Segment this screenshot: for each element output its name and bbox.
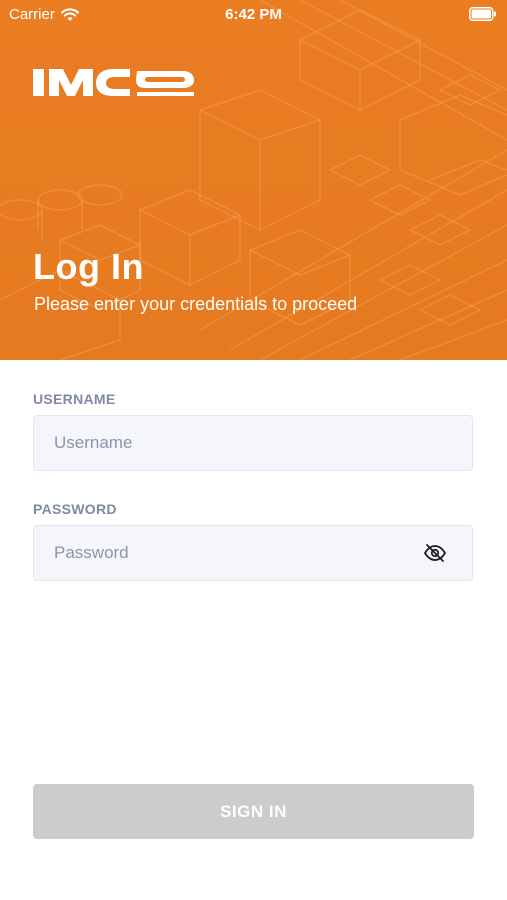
username-input[interactable] — [34, 416, 472, 470]
password-label: PASSWORD — [33, 501, 117, 517]
status-bar: Carrier 6:42 PM — [0, 0, 507, 28]
eye-slash-icon[interactable] — [424, 544, 446, 562]
header-banner: Carrier 6:42 PM Log In Please enter your… — [0, 0, 507, 360]
username-label: USERNAME — [33, 391, 116, 407]
password-input[interactable] — [34, 526, 472, 580]
sign-in-button[interactable]: SIGN IN — [33, 784, 474, 839]
imco-logo — [33, 69, 194, 96]
username-field-container — [33, 415, 473, 471]
battery-icon — [469, 7, 496, 21]
page-title: Log In — [33, 246, 144, 287]
status-time: 6:42 PM — [225, 6, 282, 23]
page-subtitle: Please enter your credentials to proceed — [34, 294, 358, 314]
password-field-container — [33, 525, 473, 581]
